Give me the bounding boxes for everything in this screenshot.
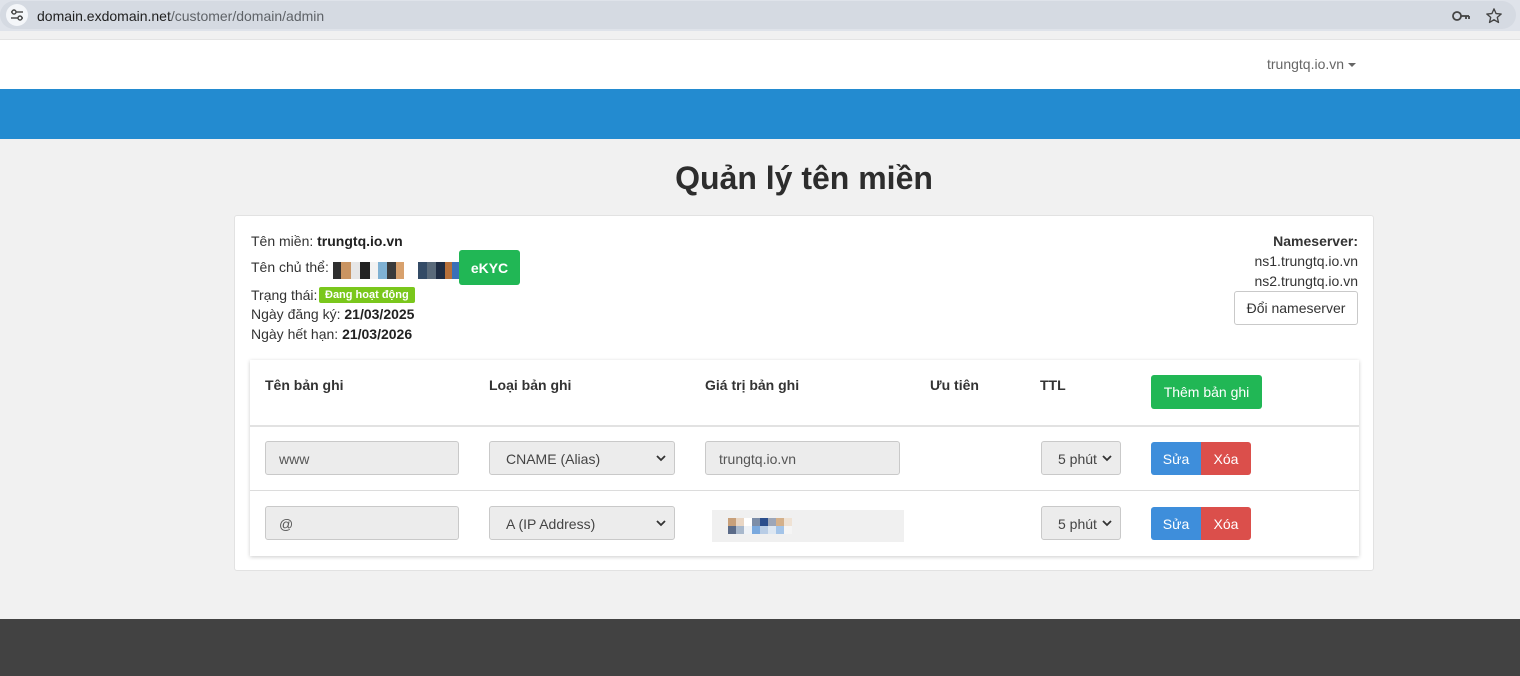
record-value-field[interactable]: trungtq.io.vn xyxy=(705,441,900,475)
ttl-value: 5 phút xyxy=(1058,451,1097,467)
site-info-icon[interactable] xyxy=(6,4,28,26)
bookmark-star-icon[interactable] xyxy=(1485,7,1503,25)
owner-label: Tên chủ thể: xyxy=(251,259,329,275)
delete-record-button[interactable]: Xóa xyxy=(1201,507,1251,540)
chevron-down-icon xyxy=(1102,520,1112,527)
page-title: Quản lý tên miền xyxy=(675,160,933,196)
header-record-value: Giá trị bản ghi xyxy=(705,377,800,393)
ttl-value: 5 phút xyxy=(1058,516,1097,532)
status-label: Trạng thái: xyxy=(251,287,318,303)
header-divider xyxy=(250,425,1359,427)
domain-name-line: Tên miền: trungtq.io.vn xyxy=(251,233,403,249)
status-badge: Đang hoạt động xyxy=(319,287,415,303)
nameserver-2: ns2.trungtq.io.vn xyxy=(1254,273,1358,289)
address-bar[interactable]: domain.exdomain.net/customer/domain/admi… xyxy=(0,1,1516,29)
record-type-select[interactable]: CNAME (Alias) xyxy=(489,441,675,475)
header-record-name: Tên bản ghi xyxy=(265,377,344,393)
ttl-select[interactable]: 5 phút xyxy=(1041,441,1121,475)
domain-value: trungtq.io.vn xyxy=(317,233,403,249)
expiry-label: Ngày hết hạn: xyxy=(251,326,339,342)
add-record-button[interactable]: Thêm bản ghi xyxy=(1151,375,1262,409)
ekyc-button[interactable]: eKYC xyxy=(459,250,520,285)
url-path: /customer/domain/admin xyxy=(170,8,325,24)
expiry-value: 21/03/2026 xyxy=(342,326,413,342)
registered-value: 21/03/2025 xyxy=(344,306,415,322)
edit-record-button[interactable]: Sửa xyxy=(1151,507,1201,540)
registered-label: Ngày đăng ký: xyxy=(251,306,341,322)
ip-address-redacted xyxy=(728,518,800,535)
delete-record-button[interactable]: Xóa xyxy=(1201,442,1251,475)
browser-toolbar: domain.exdomain.net/customer/domain/admi… xyxy=(0,0,1520,31)
record-name-field[interactable]: www xyxy=(265,441,459,475)
dns-records-table: Tên bản ghi Loại bản ghi Giá trị bản ghi… xyxy=(250,360,1359,556)
nameserver-block: Nameserver: ns1.trungtq.io.vn ns2.trungt… xyxy=(1254,233,1358,293)
status-line: Trạng thái: xyxy=(251,287,317,303)
chevron-down-icon xyxy=(656,455,666,462)
ttl-select[interactable]: 5 phút xyxy=(1041,506,1121,540)
header-record-type: Loại bản ghi xyxy=(489,377,572,393)
owner-line: Tên chủ thể: xyxy=(251,259,329,275)
chevron-down-icon xyxy=(1102,455,1112,462)
site-footer xyxy=(0,619,1520,676)
caret-down-icon xyxy=(1348,63,1357,68)
registered-date-line: Ngày đăng ký: 21/03/2025 xyxy=(251,306,414,322)
domain-panel: Tên miền: trungtq.io.vn Tên chủ thể: eKY… xyxy=(234,215,1374,571)
record-type-value: A (IP Address) xyxy=(506,516,596,532)
record-value-redacted xyxy=(712,510,904,542)
site-header: trungtq.io.vn xyxy=(0,39,1520,89)
owner-name-redacted xyxy=(333,262,459,279)
row-divider xyxy=(250,490,1359,491)
domain-label: Tên miền: xyxy=(251,233,314,249)
nameserver-label: Nameserver: xyxy=(1273,233,1358,249)
user-menu-label: trungtq.io.vn xyxy=(1267,56,1345,72)
edit-record-button[interactable]: Sửa xyxy=(1151,442,1201,475)
header-banner xyxy=(0,89,1520,139)
expiry-date-line: Ngày hết hạn: 21/03/2026 xyxy=(251,326,412,342)
record-type-select[interactable]: A (IP Address) xyxy=(489,506,675,540)
header-priority: Ưu tiên xyxy=(930,377,979,393)
nameserver-1: ns1.trungtq.io.vn xyxy=(1254,253,1358,269)
url-domain: domain.exdomain.net xyxy=(37,8,171,24)
url-text[interactable]: domain.exdomain.net/customer/domain/admi… xyxy=(37,8,324,24)
chevron-down-icon xyxy=(656,520,666,527)
record-type-value: CNAME (Alias) xyxy=(506,451,601,467)
record-name-field[interactable]: @ xyxy=(265,506,459,540)
header-ttl: TTL xyxy=(1040,377,1066,393)
password-key-icon[interactable] xyxy=(1451,8,1471,24)
change-nameserver-button[interactable]: Đổi nameserver xyxy=(1234,291,1358,325)
user-menu-dropdown[interactable]: trungtq.io.vn xyxy=(1267,56,1357,72)
